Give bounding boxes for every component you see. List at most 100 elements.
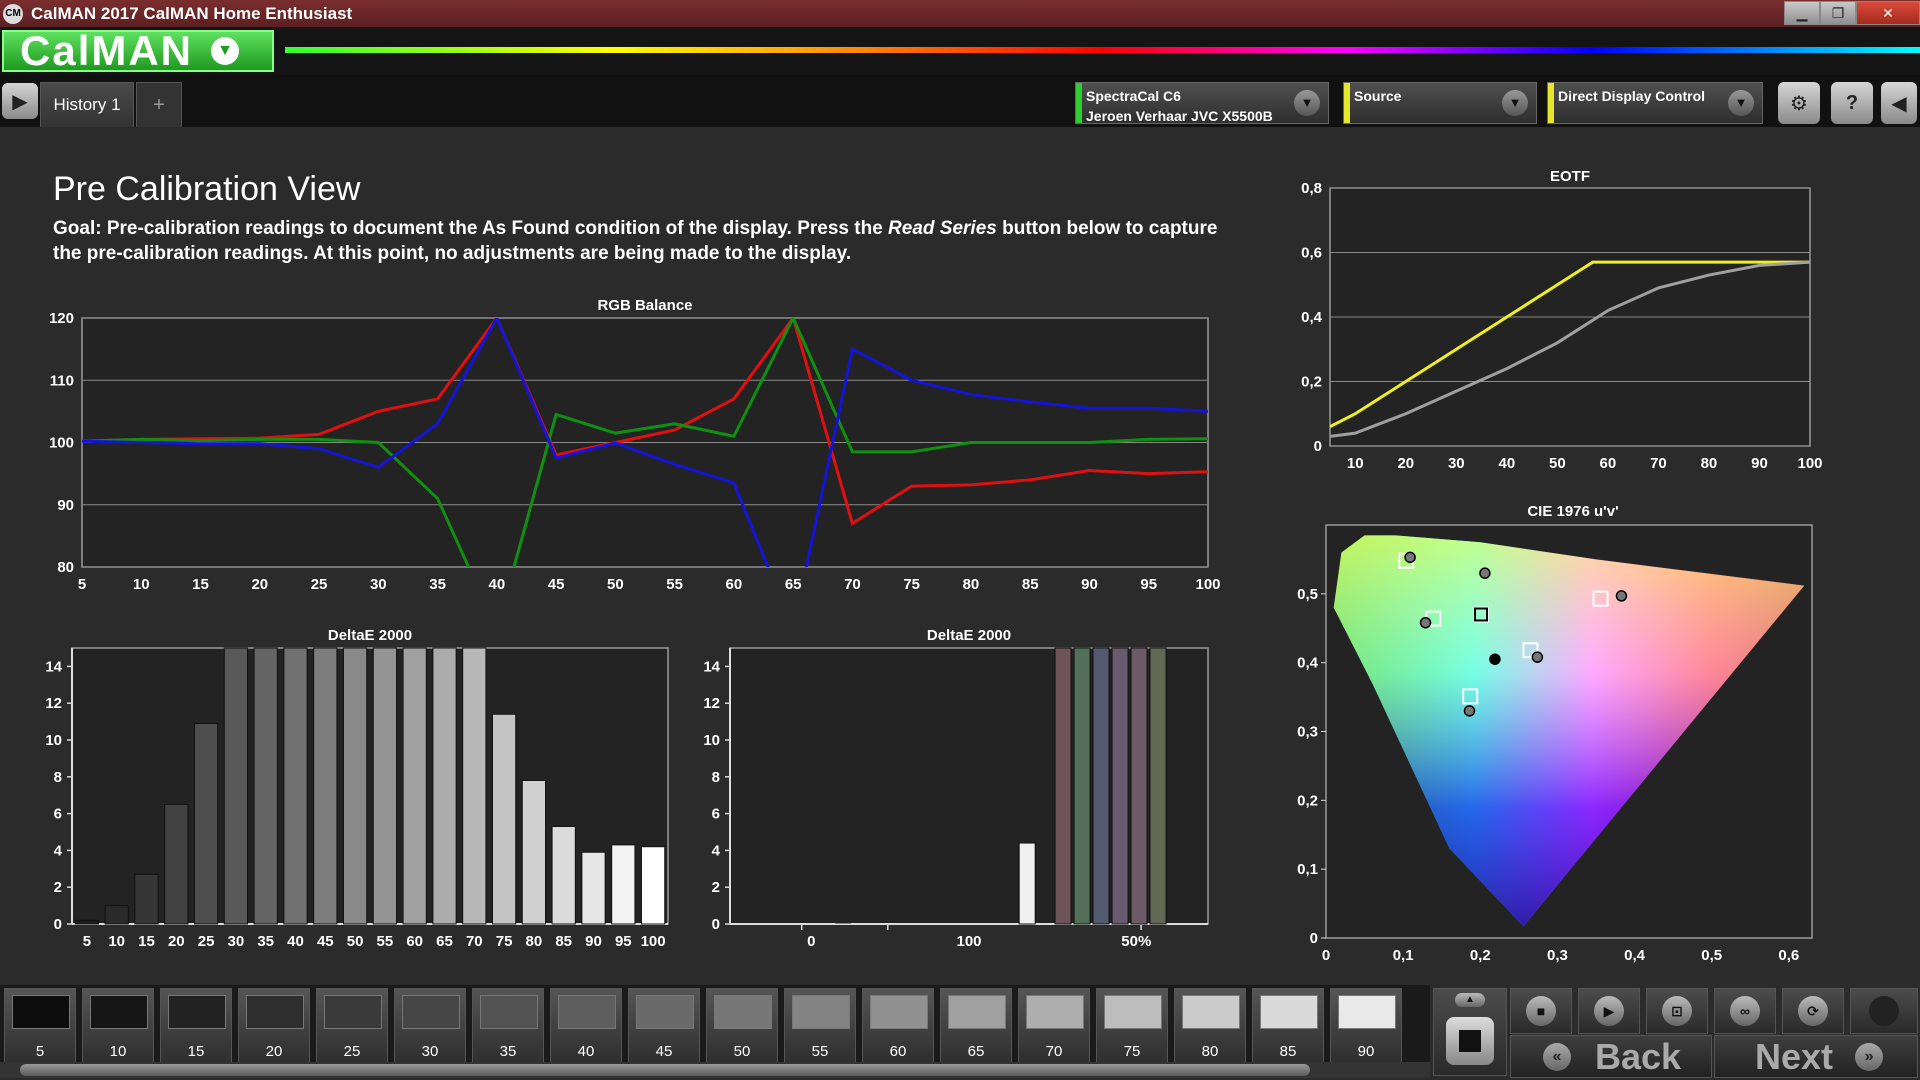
meter-selector[interactable]: SpectraCal C6 Jeroen Verhaar JVC X5500B … <box>1075 82 1329 124</box>
x-tick-label: 85 <box>555 933 572 950</box>
patch-90[interactable]: 90 <box>1330 988 1402 1064</box>
x-tick-label: 60 <box>406 933 423 950</box>
chevron-down-icon: ▼ <box>1294 90 1320 116</box>
stop-icon: ■ <box>1526 996 1556 1026</box>
tab-history-1[interactable]: History 1 <box>40 82 134 127</box>
read-series-button[interactable] <box>1446 1017 1494 1065</box>
patch-swatch <box>714 995 772 1029</box>
patch-label: 85 <box>1279 1043 1297 1060</box>
back-button[interactable]: « Back <box>1510 1035 1712 1078</box>
patch-25[interactable]: 25 <box>316 988 388 1064</box>
next-label: Next <box>1755 1035 1834 1077</box>
x-tick-label: 50 <box>1549 455 1566 472</box>
patch-35[interactable]: 35 <box>472 988 544 1064</box>
x-tick-label: 35 <box>257 933 274 950</box>
x-tick-label: 100 <box>1195 576 1220 593</box>
patch-swatch <box>1026 995 1084 1029</box>
add-tab-button[interactable]: + <box>136 82 182 127</box>
patch-swatch <box>792 995 850 1029</box>
patch-swatch <box>90 995 148 1029</box>
x-tick-label: 65 <box>436 933 453 950</box>
measured-point <box>1531 651 1544 663</box>
x-tick-label: 0,5 <box>1701 947 1722 964</box>
settings-button[interactable]: ⚙ <box>1778 82 1820 124</box>
deltae-grayscale-chart: 0 2 4 6 8 10 12 14 5 10 15 20 25 30 35 40 45 50 55 60 65 70 75… <box>45 647 669 950</box>
measured-point <box>1479 567 1491 579</box>
x-tick-label: 50% <box>1121 933 1151 950</box>
meter-status-bar <box>1076 83 1082 123</box>
expand-panel-button[interactable]: ▶ <box>2 83 38 119</box>
y-tick-label: 0 <box>712 916 720 933</box>
bar <box>372 647 398 925</box>
bar <box>74 919 100 925</box>
close-button[interactable]: ✕ <box>1856 1 1920 25</box>
next-button[interactable]: Next » <box>1714 1035 1918 1078</box>
bar <box>551 825 576 925</box>
meter-profile: Jeroen Verhaar JVC X5500B <box>1086 108 1273 124</box>
x-tick-label: 60 <box>726 576 743 593</box>
refresh-button[interactable]: ⟳ <box>1782 988 1844 1034</box>
maximize-button[interactable]: ❐ <box>1820 1 1856 25</box>
patch-5[interactable]: 5 <box>4 988 76 1064</box>
bar <box>1130 647 1148 925</box>
x-tick-label: 25 <box>311 576 328 593</box>
read-single-button[interactable]: ⊡ <box>1646 988 1708 1034</box>
play-button[interactable]: ▶ <box>1578 988 1640 1034</box>
deltae-saturation-chart: 0 2 4 6 8 10 12 14 0 100 50% <box>703 647 1209 950</box>
chevron-down-icon: ▼ <box>1502 90 1528 116</box>
patch-label: 45 <box>655 1043 673 1060</box>
y-tick-label: 12 <box>45 695 62 712</box>
bar <box>283 647 308 925</box>
bar <box>462 647 487 925</box>
y-tick-label: 90 <box>57 497 74 514</box>
patch-label: 65 <box>967 1043 985 1060</box>
calman-logo-button[interactable]: CalMAN ▼ <box>2 27 274 74</box>
app-icon: CM <box>3 3 23 24</box>
y-tick-label: 0 <box>1314 438 1322 455</box>
chevron-double-right-icon: » <box>1855 1042 1884 1071</box>
record-button[interactable] <box>1850 988 1918 1034</box>
x-tick-label: 55 <box>377 933 394 950</box>
patch-55[interactable]: 55 <box>784 988 856 1064</box>
x-tick-label: 75 <box>903 576 920 593</box>
patch-label: 15 <box>187 1043 205 1060</box>
help-button[interactable]: ? <box>1831 82 1873 124</box>
source-selector[interactable]: Source ▼ <box>1343 82 1537 124</box>
x-tick-label: 70 <box>844 576 861 593</box>
display-control-selector[interactable]: Direct Display Control ▼ <box>1547 82 1763 124</box>
y-tick-label: 0,2 <box>1301 374 1322 391</box>
collapse-panel-button[interactable]: ◀ <box>1881 82 1917 124</box>
patch-60[interactable]: 60 <box>862 988 934 1064</box>
stop-button[interactable]: ■ <box>1510 988 1572 1034</box>
patch-10[interactable]: 10 <box>82 988 154 1064</box>
minimize-button[interactable]: ▁ <box>1784 1 1820 25</box>
patch-85[interactable]: 85 <box>1252 988 1324 1064</box>
bar <box>521 779 547 925</box>
patch-40[interactable]: 40 <box>550 988 622 1064</box>
patch-label: 55 <box>811 1043 829 1060</box>
patch-scrollbar-thumb[interactable] <box>20 1064 1310 1076</box>
patch-50[interactable]: 50 <box>706 988 778 1064</box>
x-tick-label: 20 <box>168 933 185 950</box>
continuous-button[interactable]: ∞ <box>1714 988 1776 1034</box>
patch-80[interactable]: 80 <box>1174 988 1246 1064</box>
patch-75[interactable]: 75 <box>1096 988 1168 1064</box>
patch-swatch <box>12 995 70 1029</box>
patch-70[interactable]: 70 <box>1018 988 1090 1064</box>
x-tick-label: 90 <box>1081 576 1098 593</box>
patch-65[interactable]: 65 <box>940 988 1012 1064</box>
bar <box>134 873 159 925</box>
page-title: Pre Calibration View <box>53 170 361 208</box>
scroll-up-icon[interactable]: ▲ <box>1455 993 1485 1007</box>
x-tick-label: 40 <box>1498 455 1515 472</box>
patch-30[interactable]: 30 <box>394 988 466 1064</box>
x-tick-label: 30 <box>1448 455 1465 472</box>
play-arrow-icon: ▶ <box>12 90 28 113</box>
x-tick-label: 10 <box>133 576 150 593</box>
patch-45[interactable]: 45 <box>628 988 700 1064</box>
rainbow-bar <box>285 47 1920 53</box>
measured-point <box>1615 590 1628 602</box>
patch-15[interactable]: 15 <box>160 988 232 1064</box>
chevron-left-icon: ◀ <box>1891 92 1907 115</box>
patch-20[interactable]: 20 <box>238 988 310 1064</box>
